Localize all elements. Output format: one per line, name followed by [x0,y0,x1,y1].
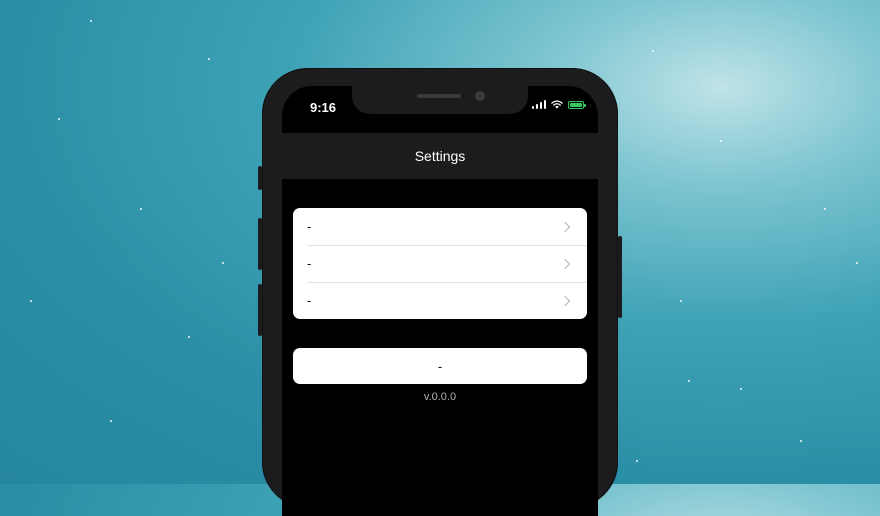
settings-list: - - - [293,208,587,319]
camera-icon [475,91,485,101]
wifi-icon [551,100,563,109]
notch [352,86,528,114]
cellular-signal-icon [531,100,546,109]
page-title: Settings [414,148,466,164]
settings-row-2[interactable]: - [293,245,587,282]
status-icons [531,100,586,109]
phone-screen: 9:16 Settings - - - - v.0.0.0 [282,86,598,516]
speaker-grille [417,94,461,98]
chevron-right-icon [564,221,571,232]
navigation-bar: Settings [282,133,598,179]
settings-row-1[interactable]: - [293,208,587,245]
silent-switch [258,166,262,190]
volume-down-button [258,284,262,336]
settings-row-3[interactable]: - [293,282,587,319]
chevron-right-icon [564,258,571,269]
settings-row-label: - [307,219,312,234]
status-time: 9:16 [310,100,337,115]
power-button [618,236,622,318]
battery-charging-icon [568,100,586,109]
version-label: v.0.0.0 [423,391,457,403]
chevron-right-icon [564,295,571,306]
action-button[interactable]: - [293,348,587,384]
phone-frame: 9:16 Settings - - - - v.0.0.0 [258,68,622,516]
volume-up-button [258,218,262,270]
settings-row-label: - [307,256,312,271]
settings-row-label: - [307,293,312,308]
